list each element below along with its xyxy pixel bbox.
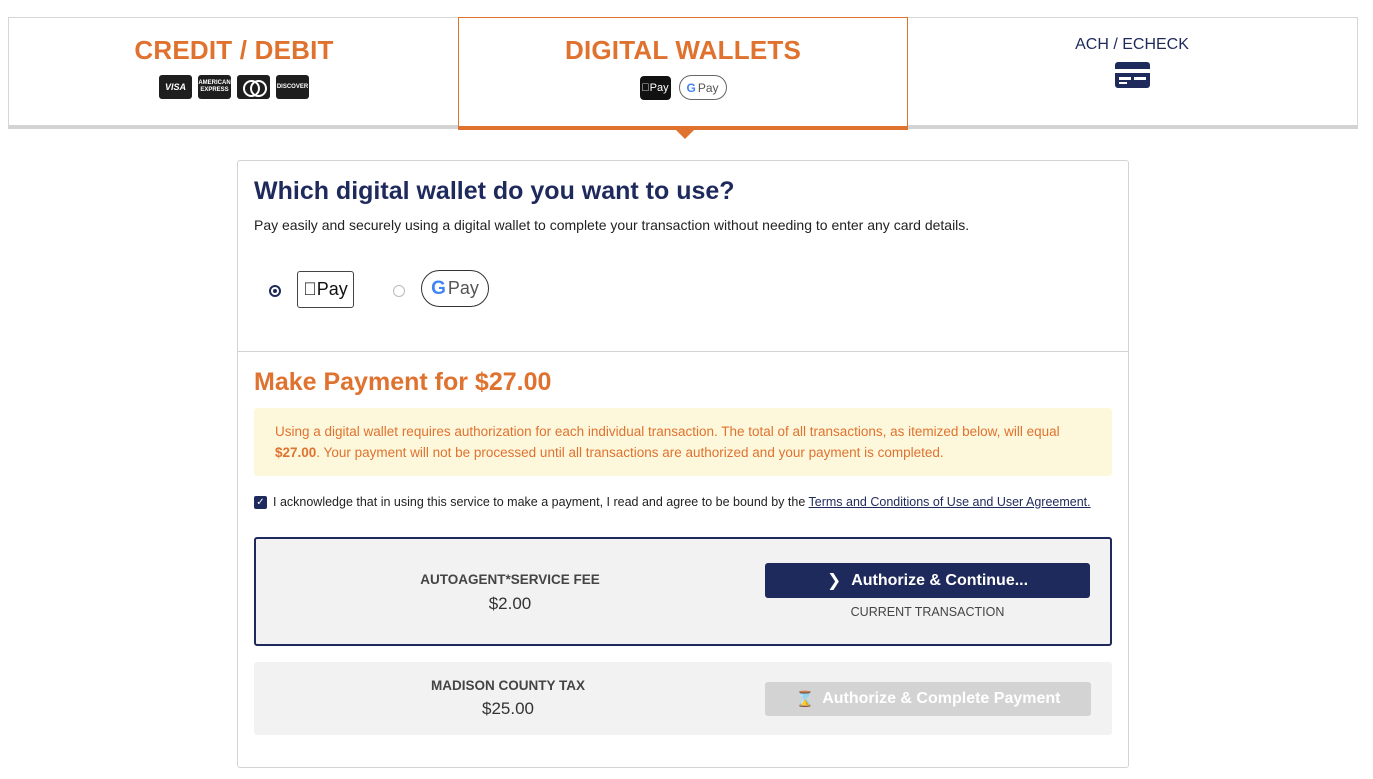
wallet-question-title: Which digital wallet do you want to use? <box>254 177 735 205</box>
hourglass-icon: ⌛ <box>795 691 815 708</box>
authorize-continue-button[interactable]: ❯ Authorize & Continue... <box>765 563 1090 598</box>
google-g-icon: G <box>431 277 446 299</box>
apple-pay-option[interactable]: Pay <box>297 271 354 308</box>
transaction-name: MADISON COUNTY TAX <box>430 678 585 693</box>
apple-pay-icon: Pay <box>639 75 671 100</box>
make-payment-title: Make Payment for $27.00 <box>254 368 552 396</box>
transaction-row-pending: MADISON COUNTY TAX $25.00 ⌛ Authorize & … <box>254 662 1112 735</box>
chevron-right-icon: ❯ <box>826 570 842 590</box>
transaction-row-current: AUTOAGENT*SERVICE FEE $2.00 ❯ Authorize … <box>254 537 1112 646</box>
ack-text: I acknowledge that in using this service… <box>273 495 1091 509</box>
tab-ach-echeck[interactable]: ACH / ECHECK <box>907 17 1358 129</box>
google-pay-option[interactable]: G Pay <box>421 270 489 307</box>
current-transaction-label: CURRENT TRANSACTION <box>850 605 1005 619</box>
apple-pay-radio[interactable] <box>269 285 281 297</box>
authorization-notice: Using a digital wallet requires authoriz… <box>254 408 1112 476</box>
visa-icon: VISA <box>159 75 192 99</box>
active-tab-pointer <box>676 130 694 139</box>
wallet-logos: Pay GPay <box>459 75 907 100</box>
transaction-amount: $25.00 <box>482 699 534 718</box>
card-logos: VISA AMERICAN EXPRESS DISCOVER <box>9 75 459 99</box>
tab-digital-wallets-label: DIGITAL WALLETS <box>564 35 802 65</box>
amex-icon: AMERICAN EXPRESS <box>198 75 231 99</box>
check-card-icon <box>1114 62 1150 88</box>
terms-checkbox[interactable]: ✓ <box>254 495 267 509</box>
tab-digital-wallets[interactable]: DIGITAL WALLETS Pay GPay <box>458 17 908 139</box>
tab-ach-echeck-label: ACH / ECHECK <box>1075 36 1189 53</box>
wallet-selection-section: Which digital wallet do you want to use?… <box>238 161 1128 352</box>
google-pay-icon: G Pay <box>678 75 727 100</box>
mastercard-icon <box>237 75 270 99</box>
transaction-name: AUTOAGENT*SERVICE FEE <box>420 572 600 587</box>
tab-credit-debit[interactable]: CREDIT / DEBIT VISA AMERICAN EXPRESS DIS… <box>8 17 459 129</box>
wallet-description: Pay easily and securely using a digital … <box>254 217 970 233</box>
tab-credit-debit-label: CREDIT / DEBIT <box>134 35 334 65</box>
transaction-amount: $2.00 <box>488 594 532 613</box>
payment-panel: Which digital wallet do you want to use?… <box>237 160 1129 768</box>
authorize-complete-button: ⌛ Authorize & Complete Payment <box>765 682 1091 716</box>
terms-link[interactable]: Terms and Conditions of Use and User Agr… <box>809 495 1091 509</box>
google-pay-radio[interactable] <box>393 285 405 297</box>
discover-icon: DISCOVER <box>276 75 309 99</box>
terms-acknowledgement: ✓ I acknowledge that in using this servi… <box>254 495 1091 509</box>
apple-icon:  <box>303 279 317 300</box>
payment-method-tabs: CREDIT / DEBIT VISA AMERICAN EXPRESS DIS… <box>8 17 1358 139</box>
